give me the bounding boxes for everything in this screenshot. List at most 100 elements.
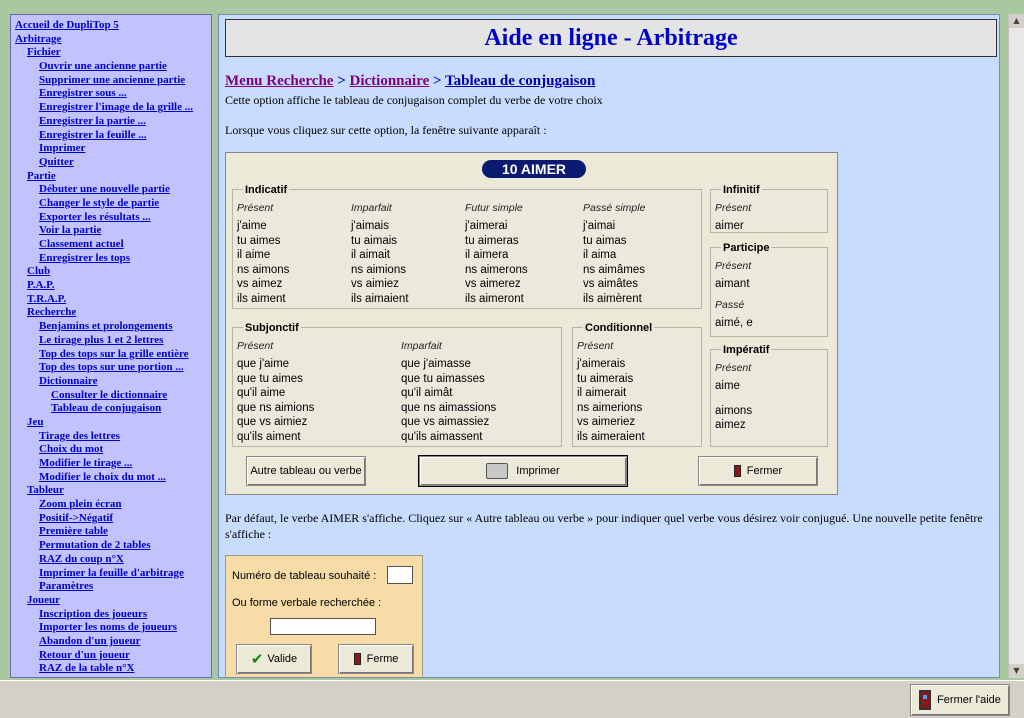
toc-link[interactable]: Choix du mot bbox=[15, 443, 211, 457]
verb-form: que j'aimasse bbox=[401, 358, 471, 370]
breadcrumb-dictionnaire[interactable]: Dictionnaire bbox=[350, 73, 430, 89]
toc-link[interactable]: Exporter les résultats ... bbox=[15, 211, 211, 225]
toc-link[interactable]: Enregistrer la feuille ... bbox=[15, 129, 211, 143]
toc-link[interactable]: Enregistrer la partie ... bbox=[15, 115, 211, 129]
toc-link[interactable]: Imprimer la feuille d'arbitrage bbox=[15, 567, 211, 581]
toc-link[interactable]: Recherche bbox=[15, 306, 211, 320]
toc-link[interactable]: Consulter le dictionnaire bbox=[15, 389, 211, 403]
toc-link[interactable]: Classement actuel bbox=[15, 238, 211, 252]
verb-form: vs aimâtes bbox=[583, 278, 638, 291]
toc-link[interactable]: Quitter bbox=[15, 156, 211, 170]
toc-link[interactable]: Arbitrage bbox=[15, 33, 211, 47]
toc-link[interactable]: Changer le style de partie bbox=[15, 197, 211, 211]
ferme-button[interactable]: Ferme bbox=[338, 644, 414, 674]
toc-link[interactable]: Importer les noms de joueurs bbox=[15, 621, 211, 635]
num-label: Numéro de tableau souhaité : bbox=[232, 570, 377, 582]
scroll-down-icon[interactable]: ▼ bbox=[1009, 664, 1024, 678]
toc-link[interactable]: Benjamins et prolongements bbox=[15, 320, 211, 334]
infinitif-tense: Présent bbox=[715, 202, 752, 214]
default-verb-text: Par défaut, le verbe AIMER s'affiche. Cl… bbox=[225, 511, 983, 541]
toc-link[interactable]: Dictionnaire bbox=[15, 375, 211, 389]
toc-link[interactable]: Enregistrer sous ... bbox=[15, 87, 211, 101]
vertical-scrollbar[interactable]: ▲ ▼ bbox=[1008, 14, 1024, 678]
close-conj-label: Fermer bbox=[746, 465, 783, 477]
scroll-up-icon[interactable]: ▲ bbox=[1009, 14, 1024, 28]
verb-form: tu aimais bbox=[351, 234, 398, 247]
intro-text-2: Lorsque vous cliquez sur cette option, l… bbox=[225, 123, 547, 137]
toc-link[interactable]: Fichier bbox=[15, 46, 211, 60]
verb-form: que vs aimiez bbox=[237, 416, 308, 429]
toc-link[interactable]: Positif->Négatif bbox=[15, 512, 211, 526]
toc-link[interactable]: Abandon d'un joueur bbox=[15, 635, 211, 649]
infinitif-title: Infinitif bbox=[721, 184, 762, 196]
verb-form: j'aimais bbox=[351, 220, 389, 232]
toc-link[interactable]: RAZ de la table n°X bbox=[15, 662, 211, 676]
close-help-button[interactable]: Fermer l'aide bbox=[910, 684, 1010, 716]
toc-link[interactable]: P.A.P. bbox=[15, 279, 211, 293]
toc-link[interactable]: Paramètres bbox=[15, 580, 211, 594]
toc-link[interactable]: Supprimer une ancienne partie bbox=[15, 74, 211, 88]
toc-link[interactable]: Accueil de DupliTop 5 bbox=[15, 19, 211, 33]
tense-header: Imparfait bbox=[401, 340, 442, 352]
toc-link[interactable]: Tirage des lettres bbox=[15, 430, 211, 444]
indicatif-group: Indicatif Présent j'aime tu aimes il aime ns… bbox=[232, 184, 702, 309]
toc-link[interactable]: Modifier le tirage ... bbox=[15, 457, 211, 471]
verb-form: il aima bbox=[583, 249, 617, 262]
toc-link[interactable]: Tableau de conjugaison bbox=[15, 402, 211, 416]
close-conj-button[interactable]: Fermer bbox=[698, 456, 818, 486]
breadcrumb-menu-recherche[interactable]: Menu Recherche bbox=[225, 73, 333, 89]
toc-link[interactable]: Partie bbox=[15, 170, 211, 184]
toc-link[interactable]: Enregistrer l'image de la grille ... bbox=[15, 101, 211, 115]
toc-link[interactable]: Top des tops sur une portion ... bbox=[15, 361, 211, 375]
toc-link[interactable]: Modifier le choix du mot ... bbox=[15, 471, 211, 485]
toc-link[interactable]: Permutation de 2 tables bbox=[15, 539, 211, 553]
toc-link[interactable]: T.R.A.P. bbox=[15, 293, 211, 307]
breadcrumb: Menu Recherche > Dictionnaire > Tableau … bbox=[225, 73, 595, 90]
breadcrumb-separator: > bbox=[429, 73, 446, 89]
toc-link[interactable]: Voir la partie bbox=[15, 224, 211, 238]
toc-link[interactable]: Enregistrer les tops bbox=[15, 252, 211, 266]
toc-link[interactable]: Débuter une nouvelle partie bbox=[15, 183, 211, 197]
verb-form: ns aimerions bbox=[577, 401, 643, 414]
indicatif-column: Imparfait j'aimais tu aimais il aimait ns ai… bbox=[351, 202, 409, 308]
verb-form: ils aimeraient bbox=[577, 430, 645, 443]
toc-link[interactable]: Inscription des joueurs bbox=[15, 608, 211, 622]
verb-form: vs aimerez bbox=[465, 278, 521, 291]
toc-link[interactable]: Première table bbox=[15, 525, 211, 539]
verb-form: j'aimai bbox=[583, 220, 616, 232]
indicatif-column: Futur simple j'aimerai tu aimeras il aimera… bbox=[465, 202, 528, 308]
toc-link[interactable]: Joueur bbox=[15, 594, 211, 608]
valide-button[interactable]: ✔ Valide bbox=[236, 644, 312, 674]
toc-link[interactable]: Tableur bbox=[15, 484, 211, 498]
toc-link[interactable]: Le tirage plus 1 et 2 lettres bbox=[15, 334, 211, 348]
toc-link[interactable]: Jeu bbox=[15, 416, 211, 430]
toc-link[interactable]: Top des tops sur la grille entière bbox=[15, 348, 211, 362]
verb-form: il aimerait bbox=[577, 387, 627, 400]
verb-form: ils aiment bbox=[237, 292, 286, 305]
verb-form: vs aimeriez bbox=[577, 416, 636, 429]
other-verb-button[interactable]: Autre tableau ou verbe bbox=[246, 456, 366, 486]
toc-link[interactable]: Imprimer bbox=[15, 142, 211, 156]
verb-form: tu aimas bbox=[583, 234, 627, 247]
verb-form: qu'ils aimassent bbox=[401, 430, 483, 443]
toc-link[interactable]: RAZ du coup n°X bbox=[15, 553, 211, 567]
imperatif-title: Impératif bbox=[721, 344, 772, 356]
num-input[interactable] bbox=[387, 566, 413, 584]
verb-form: qu'il aime bbox=[237, 387, 286, 400]
verb-form: qu'ils aiment bbox=[237, 430, 301, 443]
participe-title: Participe bbox=[721, 242, 772, 254]
verb-form: tu aimerais bbox=[577, 372, 634, 385]
toc-link[interactable]: Club bbox=[15, 265, 211, 279]
form-input[interactable] bbox=[270, 618, 376, 635]
breadcrumb-separator: > bbox=[333, 73, 350, 89]
verb-form: ils aimèrent bbox=[583, 292, 642, 305]
participe-present-tense: Présent bbox=[715, 260, 752, 272]
choose-verb-dialog-screenshot: Numéro de tableau souhaité : Ou forme ve… bbox=[225, 555, 423, 677]
imperatif-tense: Présent bbox=[715, 362, 752, 374]
verb-form: ils aimaient bbox=[351, 292, 409, 305]
toc-link[interactable]: Zoom plein écran bbox=[15, 498, 211, 512]
imperatif-form: aimons bbox=[715, 404, 753, 417]
print-button[interactable]: Imprimer bbox=[419, 456, 627, 486]
toc-link[interactable]: Retour d'un joueur bbox=[15, 649, 211, 663]
toc-link[interactable]: Ouvrir une ancienne partie bbox=[15, 60, 211, 74]
